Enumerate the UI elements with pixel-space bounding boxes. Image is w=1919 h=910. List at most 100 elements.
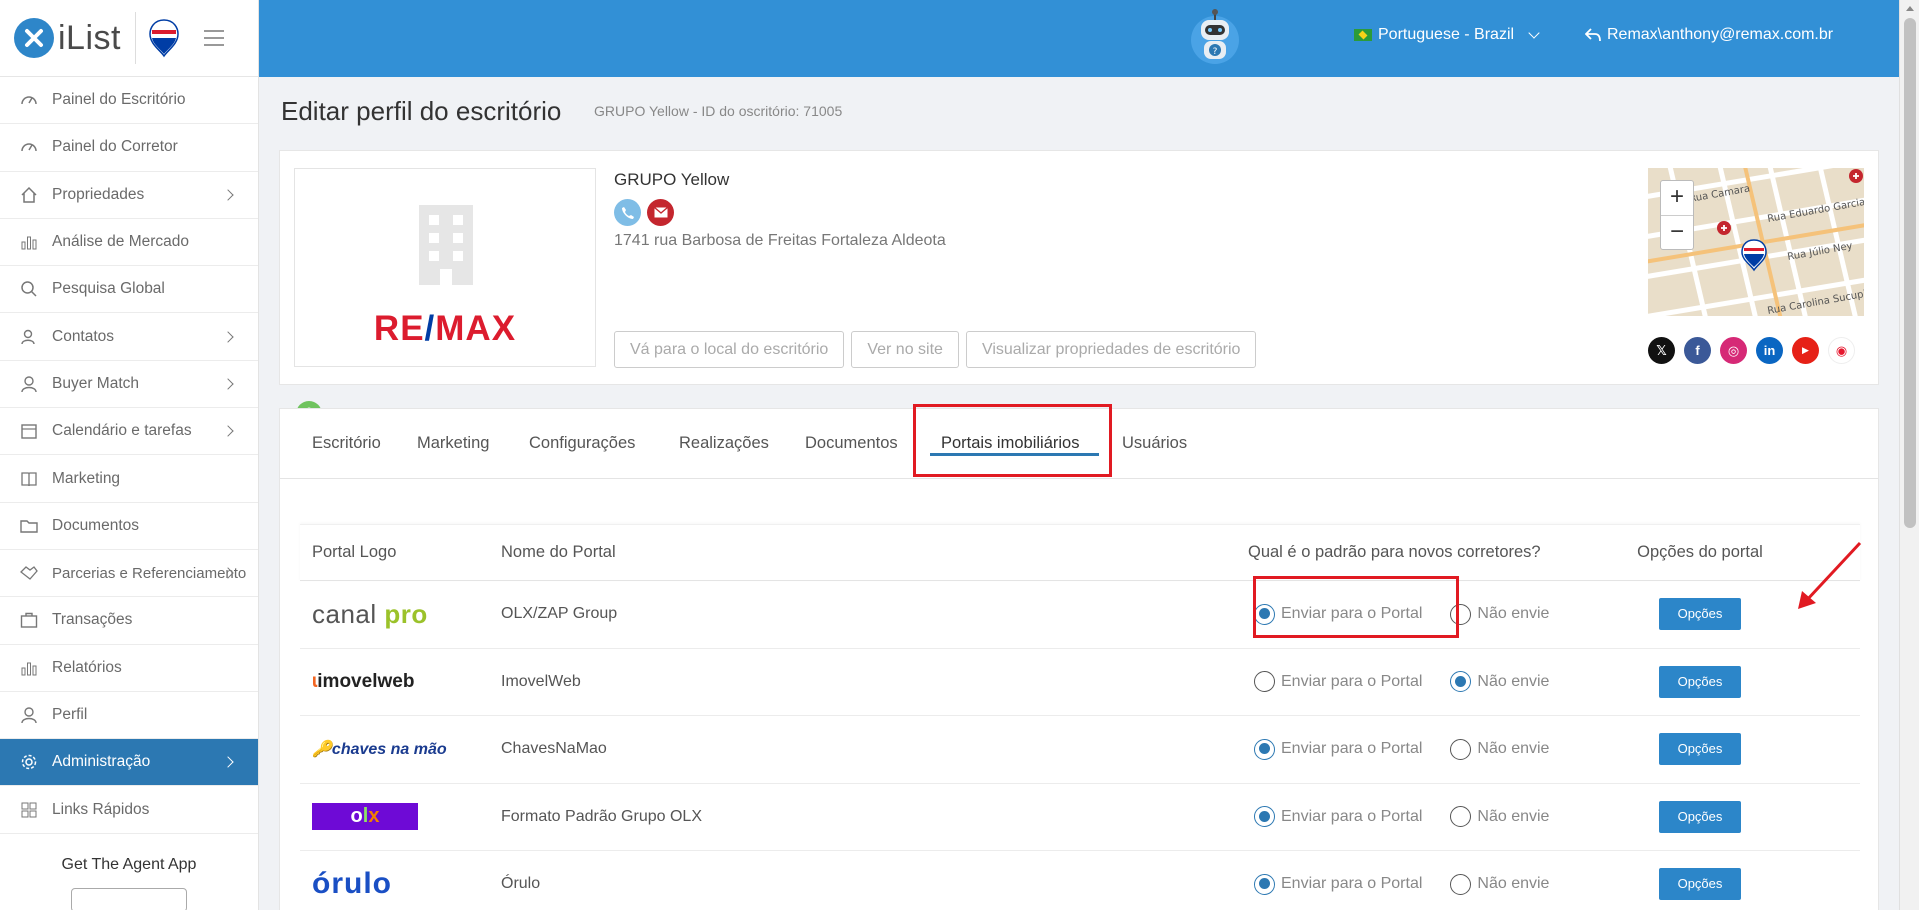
sidebar-item-label: Links Rápidos	[52, 800, 150, 818]
language-selector[interactable]: Portuguese - Brazil	[1354, 26, 1540, 44]
sidebar-item-buyer-match[interactable]: Buyer Match	[0, 361, 258, 409]
default-radio-group: Enviar para o Portal Não envie	[1248, 806, 1600, 828]
send-to-portal-option[interactable]: Enviar para o Portal	[1254, 873, 1422, 895]
agent-app-promo: Get The Agent App	[61, 855, 197, 873]
map-zoom-out-button[interactable]: −	[1661, 215, 1693, 249]
office-card: RE/MAX + GRUPO Yellow 1741 rua Barbosa d…	[279, 150, 1879, 427]
radio-button[interactable]	[1254, 873, 1275, 895]
page-scrollbar[interactable]	[1899, 0, 1919, 910]
header-default: Qual é o padrão para novos corretores?	[1248, 543, 1541, 561]
portal-options-button[interactable]: Opções	[1659, 598, 1741, 631]
default-radio-group: Enviar para o Portal Não envie	[1248, 738, 1600, 760]
canalpro-logo: canal pro	[312, 598, 428, 629]
do-not-send-option[interactable]: Não envie	[1450, 603, 1549, 625]
tab-realizacoes[interactable]: Realizações	[679, 434, 769, 453]
sidebar-item-administracao[interactable]: Administração	[0, 739, 258, 787]
sidebar-item-painel-do-escritorio[interactable]: Painel do Escritório	[0, 77, 258, 125]
sidebar-item-analise-de-mercado[interactable]: Análise de Mercado	[0, 219, 258, 267]
portal-options-button[interactable]: Opções	[1659, 868, 1741, 901]
default-radio-group: Enviar para o Portal Não envie	[1248, 671, 1600, 693]
facebook-icon[interactable]: f	[1684, 337, 1711, 364]
ilist-logo-icon	[14, 18, 54, 58]
sidebar-item-label: Pesquisa Global	[52, 280, 165, 298]
book-icon	[20, 470, 38, 488]
go-to-office-location-button[interactable]: Vá para o local do escritório	[614, 331, 845, 368]
portal-row: 🔑chaves na mão ChavesNaMao Enviar para o…	[300, 716, 1860, 784]
phone-icon[interactable]	[614, 199, 641, 226]
sidebar-item-label: Perfil	[52, 706, 88, 723]
portal-row: canal pro OLX/ZAP Group Enviar para o Po…	[300, 581, 1860, 649]
remax-logo: RE/MAX	[373, 309, 517, 348]
sidebar-item-perfil[interactable]: Perfil	[0, 692, 258, 740]
send-to-portal-option[interactable]: Enviar para o Portal	[1254, 738, 1423, 760]
gear-icon	[20, 753, 38, 771]
office-logo: RE/MAX	[294, 168, 596, 367]
highlight-box-tab	[913, 404, 1112, 477]
app-store-button[interactable]	[71, 887, 187, 910]
sidebar-item-label: Painel do Escritório	[52, 91, 186, 109]
sidebar-item-transacoes[interactable]: Transações	[0, 597, 258, 645]
sidebar-item-documentos[interactable]: Documentos	[0, 503, 258, 550]
do-not-send-option[interactable]: Não envie	[1450, 806, 1549, 828]
radio-button[interactable]	[1450, 671, 1472, 693]
linkedin-icon[interactable]: in	[1756, 337, 1783, 364]
sidebar-item-calendario-e-tarefas[interactable]: Calendário e tarefas	[0, 408, 258, 456]
do-not-send-option[interactable]: Não envie	[1450, 738, 1549, 760]
radio-button[interactable]	[1254, 671, 1275, 693]
x-twitter-icon[interactable]: 𝕏	[1648, 337, 1675, 364]
send-to-portal-option[interactable]: Enviar para o Portal	[1254, 806, 1423, 828]
do-not-send-option[interactable]: Não envie	[1450, 873, 1550, 895]
portal-options-button[interactable]: Opções	[1659, 733, 1741, 766]
tab-marketing[interactable]: Marketing	[417, 434, 489, 453]
radio-label: Enviar para o Portal	[1281, 740, 1423, 758]
portals-table-header: Portal Logo Nome do Portal Qual é o padr…	[300, 524, 1860, 581]
robot-help-icon[interactable]: ?	[1188, 8, 1242, 68]
instagram-icon[interactable]: ◎	[1720, 337, 1747, 364]
tab-documentos[interactable]: Documentos	[805, 434, 898, 453]
portal-options-button[interactable]: Opções	[1659, 800, 1741, 833]
radio-button[interactable]	[1450, 873, 1472, 895]
briefcase-icon	[20, 611, 38, 629]
scroll-up-arrow-icon[interactable]	[1906, 6, 1914, 11]
user-icon	[20, 706, 38, 724]
tab-escritorio[interactable]: Escritório	[312, 434, 381, 453]
sidebar-logo[interactable]: iList	[0, 0, 258, 77]
radio-button[interactable]	[1254, 806, 1275, 828]
radio-button[interactable]	[1450, 806, 1472, 828]
radio-label: Não envie	[1477, 875, 1550, 893]
sidebar-item-parcerias-e-referenciamento[interactable]: Parcerias e Referenciamento	[0, 550, 258, 598]
office-actions: Vá para o local do escritório Ver no sit…	[614, 331, 1257, 368]
weibo-icon[interactable]: ◉	[1828, 337, 1855, 364]
radio-button[interactable]	[1450, 738, 1472, 760]
view-on-site-button[interactable]: Ver no site	[851, 331, 959, 368]
send-to-portal-option[interactable]: Enviar para o Portal	[1254, 671, 1422, 693]
scroll-thumb[interactable]	[1904, 18, 1916, 528]
sidebar-item-contatos[interactable]: Contatos	[0, 313, 258, 361]
portal-options-button[interactable]: Opções	[1659, 665, 1741, 698]
view-office-properties-button[interactable]: Visualizar propriedades de escritório	[965, 331, 1257, 368]
user-menu[interactable]: Remax\anthony@remax.com.br	[1585, 26, 1833, 44]
contacts-icon	[20, 328, 38, 346]
radio-label: Não envie	[1477, 672, 1550, 690]
portals-table: Portal Logo Nome do Portal Qual é o padr…	[300, 524, 1860, 910]
radio-button[interactable]	[1254, 738, 1275, 760]
youtube-icon[interactable]: ▶	[1792, 337, 1819, 364]
sidebar-item-marketing[interactable]: Marketing	[0, 455, 258, 503]
do-not-send-option[interactable]: Não envie	[1450, 671, 1550, 693]
tab-usuarios[interactable]: Usuários	[1122, 434, 1187, 453]
sidebar-item-propriedades[interactable]: Propriedades	[0, 172, 258, 219]
sidebar-item-links-rapidos[interactable]: Links Rápidos	[0, 786, 258, 834]
sidebar-item-relatorios[interactable]: Relatórios	[0, 645, 258, 692]
map-zoom-in-button[interactable]: +	[1661, 181, 1693, 215]
office-map[interactable]: Rua Camara Rua Eduardo Garcia Rua Júlio …	[1648, 168, 1864, 316]
calendar-icon	[20, 422, 38, 440]
mail-icon[interactable]	[647, 199, 674, 226]
radio-label: Enviar para o Portal	[1281, 807, 1423, 825]
menu-toggle-icon[interactable]	[203, 30, 224, 46]
portal-name: Formato Padrão Grupo OLX	[501, 807, 702, 825]
sidebar-item-pesquisa-global[interactable]: Pesquisa Global	[0, 266, 258, 314]
tab-configuracoes[interactable]: Configurações	[529, 434, 635, 453]
contact-icons	[614, 199, 674, 226]
search-icon	[20, 280, 38, 298]
sidebar-item-painel-do-corretor[interactable]: Painel do Corretor	[0, 124, 258, 172]
